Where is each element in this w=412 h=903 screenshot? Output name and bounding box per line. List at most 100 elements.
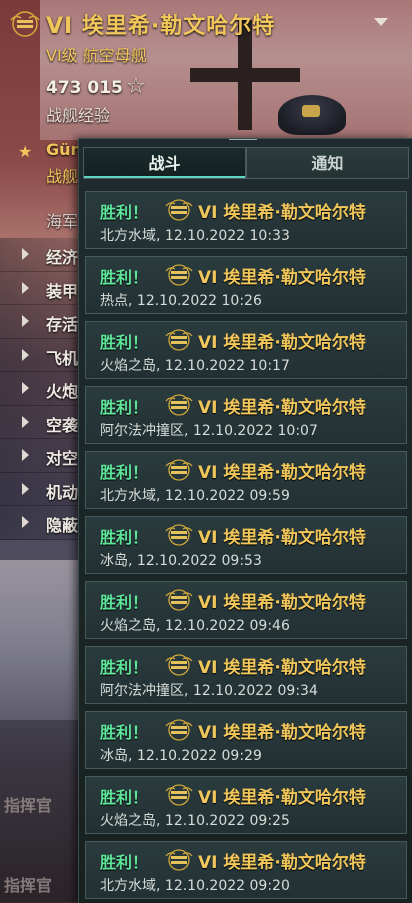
- result-outcome: 胜利！: [100, 333, 149, 352]
- battle-result-item[interactable]: 胜利！ VI 埃里希·勒文哈尔特 热点, 12.10.2022 10:26: [85, 256, 407, 314]
- result-map: 阿尔法冲撞区,: [100, 683, 189, 699]
- result-map: 北方水域,: [100, 228, 161, 244]
- battle-results-panel: 战斗 通知 胜利！ VI 埃里希·勒文哈尔特 北方水域, 12.10.2022 10…: [78, 138, 412, 903]
- result-meta: 冰岛, 12.10.2022 09:53: [100, 550, 262, 570]
- star-icon: ☆: [126, 74, 146, 99]
- section-label: 海军: [46, 212, 79, 231]
- result-map: 火焰之岛,: [100, 618, 161, 634]
- captain-row[interactable]: ★ Gün 战舰: [0, 138, 82, 188]
- result-ship-name: VI 埃里希·勒文哈尔特: [198, 398, 366, 418]
- skill-label: 机动: [46, 482, 79, 502]
- result-meta: 北方水域, 12.10.2022 09:20: [100, 875, 290, 895]
- rank-chevron-icon: [165, 329, 193, 351]
- skill-label: 对空: [46, 449, 79, 468]
- result-datetime: 12.10.2022 09:46: [164, 618, 290, 634]
- result-outcome: 胜利！: [100, 723, 149, 742]
- result-ship-name: VI 埃里希·勒文哈尔特: [198, 723, 366, 743]
- ship-title[interactable]: VI 埃里希·勒文哈尔特: [46, 8, 275, 40]
- tab-notifications[interactable]: 通知: [246, 147, 409, 179]
- caret-right-icon: [22, 348, 29, 361]
- tab-battles[interactable]: 战斗: [83, 147, 246, 179]
- battle-result-item[interactable]: 胜利！ VI 埃里希·勒文哈尔特 北方水域, 12.10.2022 10:33: [85, 191, 407, 249]
- ship-class-label: VI级 航空母舰: [46, 46, 147, 65]
- skill-item-airstrike[interactable]: 空袭: [0, 405, 82, 439]
- commander-label: 指挥官: [4, 796, 53, 815]
- battle-result-item[interactable]: 胜利！ VI 埃里希·勒文哈尔特 火焰之岛, 12.10.2022 10:17: [85, 321, 407, 379]
- battle-result-item[interactable]: 胜利！ VI 埃里希·勒文哈尔特 火焰之岛, 12.10.2022 09:46: [85, 581, 407, 639]
- skill-item-armor[interactable]: 装甲: [0, 271, 82, 305]
- result-ship-name: VI 埃里希·勒文哈尔特: [198, 593, 366, 613]
- result-ship-name: VI 埃里希·勒文哈尔特: [198, 333, 366, 353]
- skill-list: 经济 装甲 存活 飞机 火炮 空袭 对空 机动 隐蔽: [0, 238, 82, 540]
- battle-result-item[interactable]: 胜利！ VI 埃里希·勒文哈尔特 北方水域, 12.10.2022 09:20: [85, 841, 407, 899]
- battle-result-item[interactable]: 胜利！ VI 埃里希·勒文哈尔特 冰岛, 12.10.2022 09:29: [85, 711, 407, 769]
- result-datetime: 12.10.2022 10:07: [192, 423, 318, 439]
- skill-item-concealment[interactable]: 隐蔽: [0, 506, 82, 540]
- result-meta: 北方水域, 12.10.2022 10:33: [100, 225, 290, 245]
- rank-chevron-icon: [165, 264, 193, 286]
- battle-result-item[interactable]: 胜利！ VI 埃里希·勒文哈尔特 火焰之岛, 12.10.2022 09:25: [85, 776, 407, 834]
- star-icon: ★: [18, 142, 33, 161]
- result-outcome: 胜利！: [100, 788, 149, 807]
- skill-item-maneuver[interactable]: 机动: [0, 472, 82, 506]
- result-outcome: 胜利！: [100, 268, 149, 287]
- caret-right-icon: [22, 248, 29, 260]
- result-outcome: 胜利！: [100, 658, 149, 677]
- result-meta: 火焰之岛, 12.10.2022 09:25: [100, 810, 290, 830]
- result-datetime: 12.10.2022 10:17: [164, 358, 290, 374]
- skill-item-antiair[interactable]: 对空: [0, 439, 82, 473]
- result-meta: 阿尔法冲撞区, 12.10.2022 10:07: [100, 420, 318, 440]
- result-map: 火焰之岛,: [100, 813, 161, 829]
- result-outcome: 胜利！: [100, 203, 149, 222]
- result-ship-name: VI 埃里希·勒文哈尔特: [198, 528, 366, 548]
- captain-sub: 战舰: [46, 167, 79, 186]
- caret-right-icon: [22, 315, 29, 327]
- skill-item-economy[interactable]: 经济: [0, 238, 82, 272]
- result-ship-name: VI 埃里希·勒文哈尔特: [198, 853, 366, 873]
- caret-right-icon: [22, 516, 29, 528]
- caret-right-icon: [22, 281, 29, 294]
- battle-result-item[interactable]: 胜利！ VI 埃里希·勒文哈尔特 冰岛, 12.10.2022 09:53: [85, 516, 407, 574]
- battle-result-item[interactable]: 胜利！ VI 埃里希·勒文哈尔特 北方水域, 12.10.2022 09:59: [85, 451, 407, 509]
- result-meta: 北方水域, 12.10.2022 09:59: [100, 485, 290, 505]
- result-map: 阿尔法冲撞区,: [100, 423, 189, 439]
- ship-xp-value: 473 015: [46, 78, 123, 98]
- battle-result-item[interactable]: 胜利！ VI 埃里希·勒文哈尔特 阿尔法冲撞区, 12.10.2022 10:07: [85, 386, 407, 444]
- result-meta: 热点, 12.10.2022 10:26: [100, 290, 262, 310]
- skill-item-artillery[interactable]: 火炮: [0, 372, 82, 406]
- skill-item-aircraft[interactable]: 飞机: [0, 338, 82, 372]
- rank-chevron-icon: [165, 459, 193, 481]
- skill-label: 飞机: [46, 348, 79, 368]
- result-datetime: 12.10.2022 10:33: [164, 228, 290, 244]
- rank-chevron-icon: [165, 654, 193, 676]
- chevron-down-icon[interactable]: [374, 18, 388, 26]
- caret-right-icon: [22, 382, 29, 394]
- captain-name: Gün: [46, 140, 82, 159]
- ship-hull-image: [0, 560, 90, 720]
- result-ship-name: VI 埃里希·勒文哈尔特: [198, 463, 366, 483]
- result-map: 北方水域,: [100, 488, 161, 504]
- result-meta: 火焰之岛, 12.10.2022 09:46: [100, 615, 290, 635]
- result-outcome: 胜利！: [100, 528, 149, 547]
- skill-label: 隐蔽: [46, 516, 79, 535]
- rank-chevron-icon: [165, 199, 193, 221]
- ship-header: VI 埃里希·勒文哈尔特 VI级 航空母舰 473 015 ☆ 战舰经验: [0, 0, 412, 140]
- caret-right-icon: [22, 482, 29, 495]
- skill-item-survival[interactable]: 存活: [0, 305, 82, 339]
- rank-chevron-icon: [165, 524, 193, 546]
- rank-chevron-icon: [165, 849, 193, 871]
- result-datetime: 12.10.2022 10:26: [136, 293, 262, 309]
- result-outcome: 胜利！: [100, 398, 149, 417]
- result-outcome: 胜利！: [100, 593, 149, 612]
- result-map: 冰岛,: [100, 553, 133, 569]
- caret-right-icon: [22, 415, 29, 428]
- battle-result-item[interactable]: 胜利！ VI 埃里希·勒文哈尔特 阿尔法冲撞区, 12.10.2022 09:34: [85, 646, 407, 704]
- drag-handle[interactable]: [229, 139, 257, 142]
- skill-label: 装甲: [46, 281, 79, 301]
- result-datetime: 12.10.2022 09:34: [192, 683, 318, 699]
- result-map: 北方水域,: [100, 878, 161, 894]
- result-datetime: 12.10.2022 09:59: [164, 488, 290, 504]
- rank-chevron-icon: [165, 589, 193, 611]
- result-list: 胜利！ VI 埃里希·勒文哈尔特 北方水域, 12.10.2022 10:33 胜利！…: [85, 191, 407, 903]
- skill-label: 存活: [46, 315, 79, 334]
